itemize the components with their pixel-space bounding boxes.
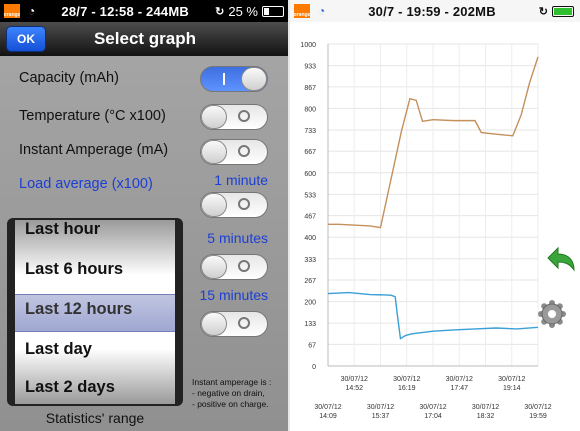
y-tick-label: 933: [304, 64, 316, 71]
load-15min-toggle[interactable]: [200, 311, 268, 337]
y-tick-label: 533: [304, 192, 316, 199]
x-tick-label: 17:04: [424, 413, 442, 420]
y-tick-label: 600: [304, 171, 316, 178]
y-tick-label: 67: [308, 342, 316, 349]
x-tick-label: 30/07/12: [419, 404, 446, 411]
temperature-toggle[interactable]: [200, 104, 268, 130]
interval-15-minutes: 15 minutes: [199, 287, 268, 303]
interval-5-minutes: 5 minutes: [207, 230, 268, 246]
picker-item[interactable]: Last 6 hours: [25, 260, 123, 279]
picker-label: Statistics' range: [45, 410, 145, 426]
x-tick-label: 14:09: [319, 413, 337, 420]
y-tick-label: 400: [304, 235, 316, 242]
interval-1-minute: 1 minute: [214, 172, 268, 188]
x-tick-label: 30/07/12: [367, 404, 394, 411]
option-amperage-label: Instant Amperage (mA): [19, 142, 169, 158]
status-text: 30/7 - 19:59 - 202MB: [368, 3, 496, 19]
x-tick-label: 19:14: [503, 385, 521, 392]
status-text: 28/7 - 12:58 - 244MB: [61, 3, 189, 19]
note-line: - positive on charge.: [192, 399, 269, 409]
screenshot-pair: orange ◔ 28/7 - 12:58 - 244MB ↻ 25 % OK …: [0, 0, 580, 431]
amperage-note: Instant amperage is : - negative on drai…: [192, 377, 271, 410]
orientation-lock-icon: ↻: [215, 5, 225, 18]
y-tick-label: 0: [312, 364, 316, 371]
capacity-toggle[interactable]: [200, 66, 268, 92]
range-picker[interactable]: Last hour Last 6 hours Last 12 hours Las…: [7, 218, 183, 406]
option-temperature-label: Temperature (°C x100): [19, 108, 166, 124]
note-line: Instant amperage is :: [192, 377, 272, 387]
x-tick-label: 18:32: [477, 413, 495, 420]
wifi-icon: ◔: [28, 4, 36, 18]
x-tick-label: 30/07/12: [446, 376, 473, 383]
undo-arrow-icon[interactable]: [547, 246, 575, 272]
battery-charging-icon: [552, 5, 574, 17]
y-tick-label: 467: [304, 214, 316, 221]
battery-icon: [262, 5, 284, 17]
x-tick-label: 30/07/12: [498, 376, 525, 383]
ok-button[interactable]: OK: [6, 26, 46, 52]
status-bar-right: orange ◔ 30/7 - 19:59 - 202MB ↻: [290, 0, 580, 22]
load-1min-toggle[interactable]: [200, 192, 268, 218]
wifi-icon: ◔: [318, 4, 326, 18]
x-tick-label: 30/07/12: [472, 404, 499, 411]
picker-item-selected[interactable]: Last 12 hours: [25, 300, 132, 319]
x-tick-label: 14:52: [345, 385, 363, 392]
y-tick-label: 800: [304, 106, 316, 113]
y-tick-label: 267: [304, 278, 316, 285]
graph-screen: 1000 933 867 800 733 667 600 533 467 400 333 267 200…: [290, 22, 580, 431]
amperage-toggle[interactable]: [200, 139, 268, 165]
picker-item[interactable]: Last hour: [25, 220, 100, 239]
picker-item[interactable]: Last 2 days: [25, 378, 115, 397]
capacity-chart: 1000 933 867 800 733 667 600 533 467 400 333 267 200…: [300, 42, 575, 420]
y-tick-label: 333: [304, 257, 316, 264]
y-tick-label: 867: [304, 85, 316, 92]
x-tick-label: 30/07/12: [341, 376, 368, 383]
x-tick-label: 15:37: [372, 413, 390, 420]
battery-percent: 25 %: [228, 3, 258, 19]
note-line: - negative on drain,: [192, 388, 265, 398]
carrier-logo-icon: orange: [294, 4, 310, 18]
x-tick-label: 17:47: [450, 385, 468, 392]
y-tick-label: 733: [304, 128, 316, 135]
select-graph-screen: OK Select graph Capacity (mAh) Temperatu…: [0, 22, 290, 431]
x-tick-label: 16:19: [398, 385, 416, 392]
gear-icon[interactable]: [538, 300, 566, 328]
status-bar-left: orange ◔ 28/7 - 12:58 - 244MB ↻ 25 %: [0, 0, 290, 22]
x-tick-label: 30/07/12: [314, 404, 341, 411]
x-tick-label: 30/07/12: [524, 404, 551, 411]
nav-bar: OK Select graph: [0, 22, 290, 56]
y-tick-label: 1000: [300, 42, 316, 49]
x-tick-label: 30/07/12: [393, 376, 420, 383]
picker-item[interactable]: Last day: [25, 340, 92, 359]
orientation-lock-icon: ↻: [538, 5, 548, 18]
y-tick-label: 200: [304, 300, 316, 307]
y-tick-label: 133: [304, 321, 316, 328]
option-load-average-label: Load average (x100): [19, 176, 153, 192]
carrier-logo-icon: orange: [4, 4, 20, 18]
x-tick-label: 19:59: [529, 413, 547, 420]
y-tick-label: 667: [304, 149, 316, 156]
option-capacity-label: Capacity (mAh): [19, 70, 119, 86]
load-5min-toggle[interactable]: [200, 254, 268, 280]
